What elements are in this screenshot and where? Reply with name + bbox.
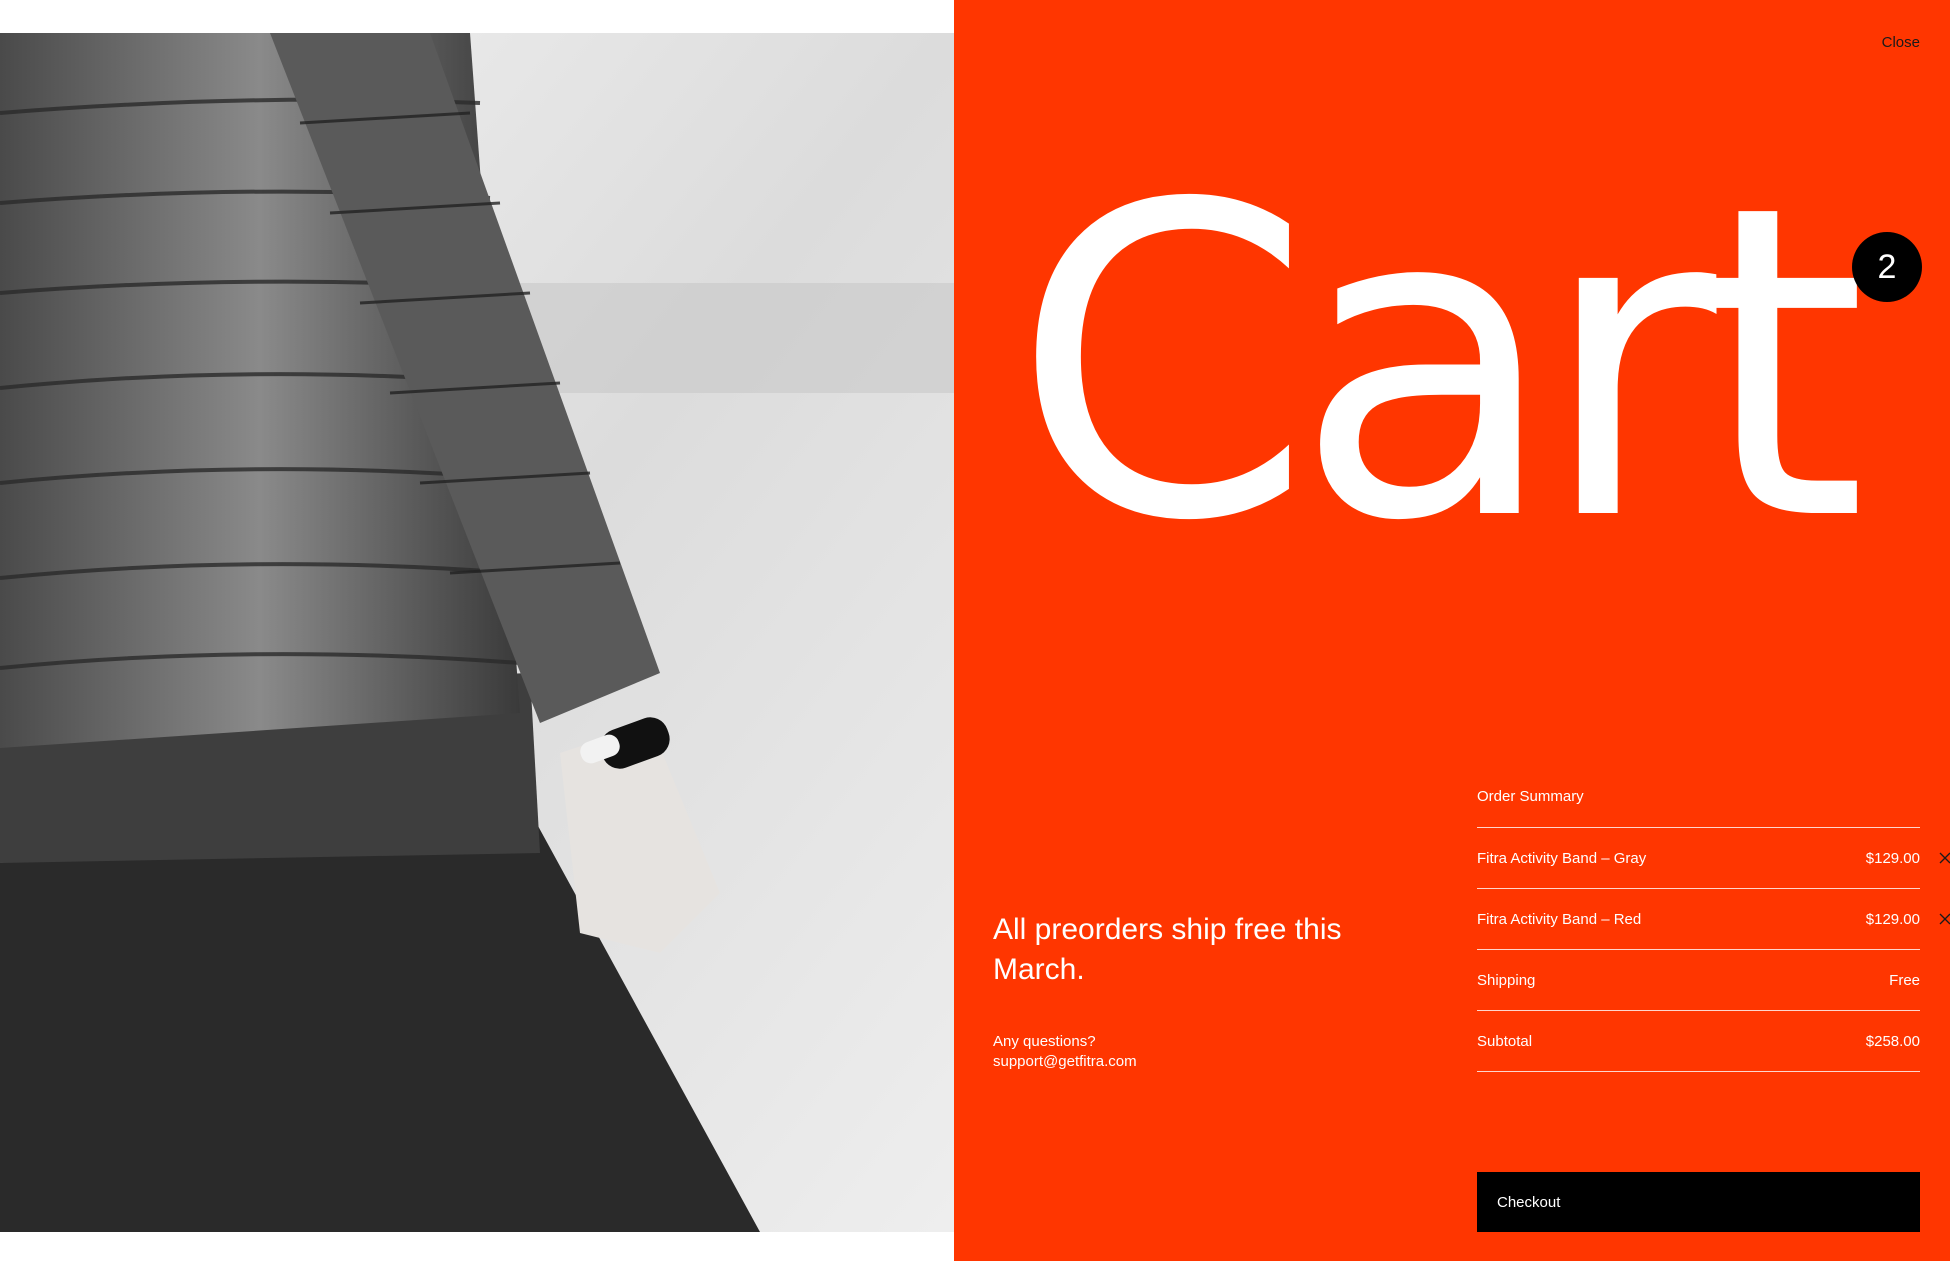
- subtotal-label: Subtotal: [1477, 1032, 1533, 1050]
- cart-item-row: Fitra Activity Band – Gray $129.00: [1477, 828, 1950, 889]
- subtotal-value: $258.00: [1865, 1032, 1920, 1050]
- questions-label: Any questions?: [993, 1033, 1096, 1050]
- subtotal-row: Subtotal $258.00: [1477, 1011, 1920, 1072]
- order-summary: Order Summary Fitra Activity Band – Gray…: [1477, 779, 1950, 1072]
- cart-title: Cart: [1012, 115, 1867, 615]
- close-icon[interactable]: [1938, 851, 1950, 865]
- close-icon[interactable]: [1938, 912, 1950, 926]
- cart-count-badge: 2: [1852, 232, 1922, 302]
- shipping-row: Shipping Free: [1477, 950, 1920, 1011]
- shipping-label: Shipping: [1477, 971, 1536, 989]
- promo-text: All preorders ship free this March.: [993, 913, 1342, 986]
- cart-item-name: Fitra Activity Band – Gray: [1477, 849, 1647, 867]
- support-info: Any questions? support@getfitra.com: [993, 1032, 1137, 1072]
- lifestyle-image: [0, 33, 954, 1232]
- checkout-button[interactable]: Checkout: [1477, 1172, 1920, 1232]
- close-link[interactable]: Close: [1882, 34, 1920, 51]
- order-summary-title: Order Summary: [1477, 779, 1920, 828]
- cart-panel: Close Cart 2 All preorders ship free thi…: [954, 0, 1950, 1261]
- cart-item-name: Fitra Activity Band – Red: [1477, 910, 1642, 928]
- cart-item-price: $129.00: [1865, 849, 1920, 867]
- support-email-link[interactable]: support@getfitra.com: [993, 1052, 1137, 1072]
- product-lifestyle-photo: [0, 33, 954, 1232]
- shipping-value: Free: [1889, 971, 1920, 989]
- cart-item-row: Fitra Activity Band – Red $129.00: [1477, 889, 1950, 950]
- cart-item-price: $129.00: [1865, 910, 1920, 928]
